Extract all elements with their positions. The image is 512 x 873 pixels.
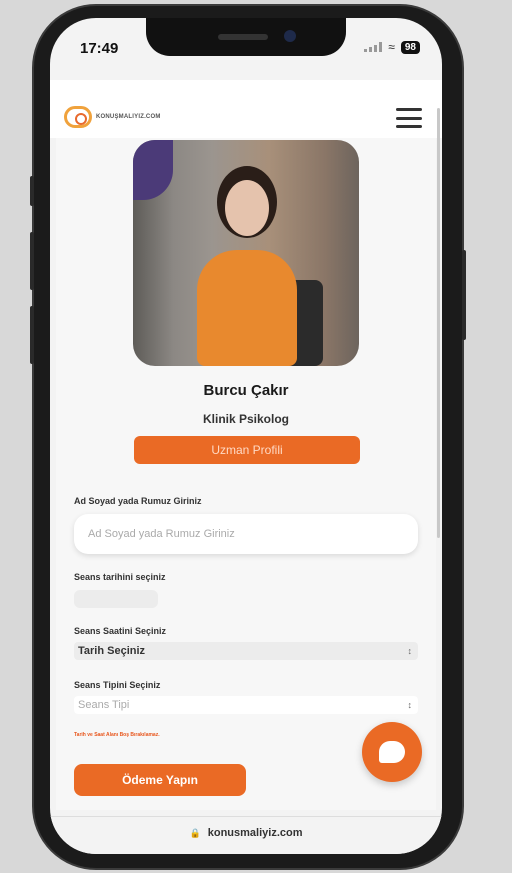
date-picker[interactable] xyxy=(74,590,158,608)
select-arrow-icon: ↕ xyxy=(407,646,413,656)
expert-name: Burcu Çakır xyxy=(203,382,289,399)
select-arrow-icon: ↕ xyxy=(407,700,413,710)
chat-icon[interactable] xyxy=(362,722,422,782)
scrollbar[interactable] xyxy=(437,108,440,538)
hamburger-icon[interactable] xyxy=(396,108,422,128)
name-input[interactable] xyxy=(74,514,418,554)
expert-profile-button[interactable]: Uzman Profili xyxy=(134,436,360,464)
validation-warning: Tarih ve Saat Alanı Boş Bırakılamaz. xyxy=(74,732,160,738)
wifi-icon: ≈ xyxy=(388,40,395,54)
type-label: Seans Tipini Seçiniz xyxy=(74,680,161,690)
logo-icon xyxy=(64,106,92,128)
url-text: konusmaliyiz.com xyxy=(207,827,303,839)
camera xyxy=(284,30,296,42)
time-label: Seans Saatini Seçiniz xyxy=(74,626,167,636)
signal-icon xyxy=(364,42,383,52)
speaker xyxy=(218,34,268,40)
power-button xyxy=(462,250,466,340)
time-select-value: Tarih Seçiniz xyxy=(78,645,146,657)
screen: 17:49 ≈ 98 KONUŞMALIYIZ.COM Burcu Çakır … xyxy=(50,18,442,854)
volume-down-button xyxy=(30,306,34,364)
status-icons: ≈ 98 xyxy=(364,40,420,54)
lock-icon: 🔒 xyxy=(189,828,201,838)
date-label: Seans tarihini seçiniz xyxy=(74,572,166,582)
name-label: Ad Soyad yada Rumuz Giriniz xyxy=(74,496,202,506)
browser-url-bar[interactable]: 🔒 konusmaliyiz.com xyxy=(50,816,442,854)
expert-title: Klinik Psikolog xyxy=(202,412,289,426)
volume-up-button xyxy=(30,232,34,290)
time-select[interactable]: Tarih Seçiniz ↕ xyxy=(74,642,418,660)
type-select[interactable]: Seans Tipi ↕ xyxy=(74,696,418,714)
logo-text: KONUŞMALIYIZ.COM xyxy=(96,114,161,120)
pay-button[interactable]: Ödeme Yapın xyxy=(74,764,246,796)
status-time: 17:49 xyxy=(80,40,119,57)
booking-card: Burcu Çakır Klinik Psikolog Uzman Profil… xyxy=(56,138,436,810)
expert-photo xyxy=(133,140,359,366)
type-select-value: Seans Tipi xyxy=(78,699,130,711)
site-header: KONUŞMALIYIZ.COM xyxy=(50,80,442,138)
battery-icon: 98 xyxy=(400,40,420,54)
site-logo[interactable]: KONUŞMALIYIZ.COM xyxy=(64,106,161,128)
mute-switch xyxy=(30,176,34,206)
notch xyxy=(146,18,346,56)
